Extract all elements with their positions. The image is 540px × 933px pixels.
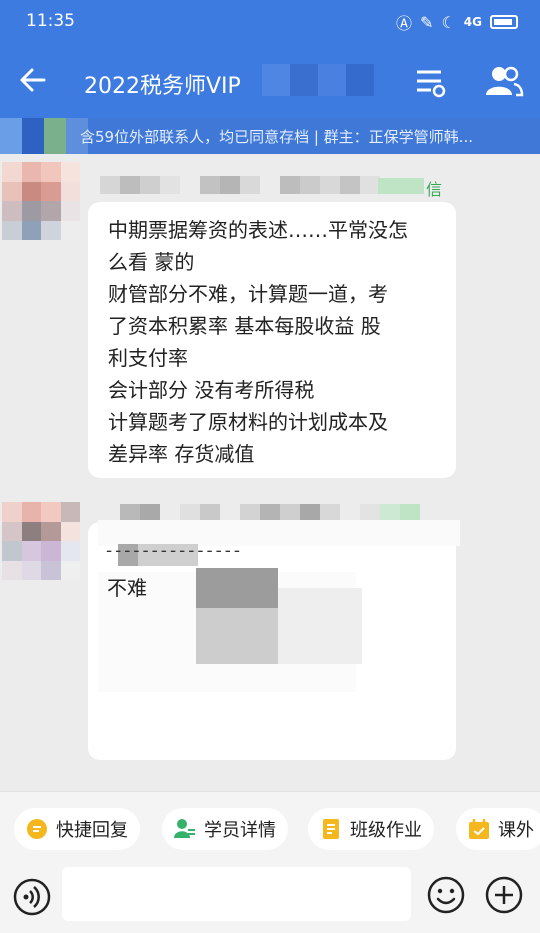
- message-line: 么看 蒙的: [108, 250, 195, 274]
- quick-action-bar: 快捷回复 学员详情 班级作业 课外: [0, 791, 540, 865]
- emoji-icon[interactable]: [426, 875, 466, 915]
- message-line: 了资本积累率 基本每股收益 股: [108, 314, 381, 338]
- message-line: 财管部分不难，计算题一道，考: [108, 282, 388, 306]
- message-line: 中期票据筹资的表述……平常没怎: [108, 218, 408, 242]
- back-arrow-icon[interactable]: [14, 60, 54, 100]
- message-text: 中期票据筹资的表述……平常没怎 么看 蒙的 财管部分不难，计算题一道，考 了资本…: [108, 214, 444, 470]
- sender-name-mosaic: [100, 176, 380, 194]
- moon-icon: ☾: [441, 12, 456, 32]
- student-detail-icon: [174, 819, 195, 838]
- chat-area[interactable]: 信 中期票据筹资的表述……平常没怎 么看 蒙的 财管部分不难，计算题一道，考 了…: [0, 154, 540, 791]
- status-bar: 11:35 Ⓐ ✎ ☾ 4G: [0, 0, 540, 46]
- chip-label: 课外: [498, 820, 534, 841]
- mute-icon: ✎: [420, 12, 434, 32]
- message-line: 利支付率: [108, 346, 188, 370]
- extracurricular-icon: [469, 819, 489, 839]
- chat-title: 2022税务师VIP: [84, 74, 241, 99]
- quoted-image-block: [196, 568, 278, 608]
- signal-icon: 4G: [463, 15, 482, 29]
- sender-avatar[interactable]: [2, 502, 80, 580]
- plus-icon[interactable]: [484, 875, 524, 915]
- group-members-icon[interactable]: [484, 62, 524, 100]
- message-line: 会计部分 没有考所得税: [108, 378, 315, 402]
- message-line: 计算题考了原材料的计划成本及: [108, 410, 388, 434]
- extracurricular-chip[interactable]: 课外: [456, 808, 540, 850]
- status-icons: Ⓐ ✎ ☾ 4G: [396, 10, 518, 34]
- class-homework-icon: [323, 819, 339, 839]
- voice-input-icon[interactable]: [12, 877, 52, 917]
- quoted-image-block: [278, 588, 362, 664]
- chip-label: 快捷回复: [56, 820, 128, 841]
- quick-reply-icon: [27, 819, 47, 839]
- student-detail-chip[interactable]: 学员详情: [162, 808, 288, 850]
- reply-text: 不难: [107, 576, 147, 600]
- quote-divider: ---------------: [106, 541, 244, 561]
- class-homework-chip[interactable]: 班级作业: [308, 808, 434, 850]
- app-bar: 2022税务师VIP: [0, 46, 540, 118]
- redacted-title-mosaic: [262, 64, 374, 96]
- wechat-badge-mosaic: [378, 178, 424, 194]
- chip-label: 班级作业: [350, 820, 422, 841]
- group-menu-icon[interactable]: [414, 64, 448, 100]
- sender-avatar[interactable]: [2, 162, 80, 240]
- status-time: 11:35: [26, 11, 75, 31]
- message-line: 差异率 存货减值: [108, 442, 255, 466]
- quick-reply-chip[interactable]: 快捷回复: [14, 808, 140, 850]
- message-input[interactable]: [62, 867, 411, 921]
- notice-avatar-mosaic: [0, 118, 88, 154]
- battery-icon: [490, 15, 518, 29]
- accessibility-icon: Ⓐ: [396, 14, 413, 33]
- quoted-image-block: [196, 608, 278, 664]
- wechat-tag: 信: [426, 180, 443, 199]
- chip-label: 学员详情: [204, 820, 276, 841]
- input-bar: [0, 865, 540, 933]
- group-notice-bar[interactable]: 含59位外部联系人，均已同意存档 | 群主：正保学管师韩...: [0, 118, 540, 154]
- group-notice-text: 含59位外部联系人，均已同意存档 | 群主：正保学管师韩...: [80, 128, 473, 146]
